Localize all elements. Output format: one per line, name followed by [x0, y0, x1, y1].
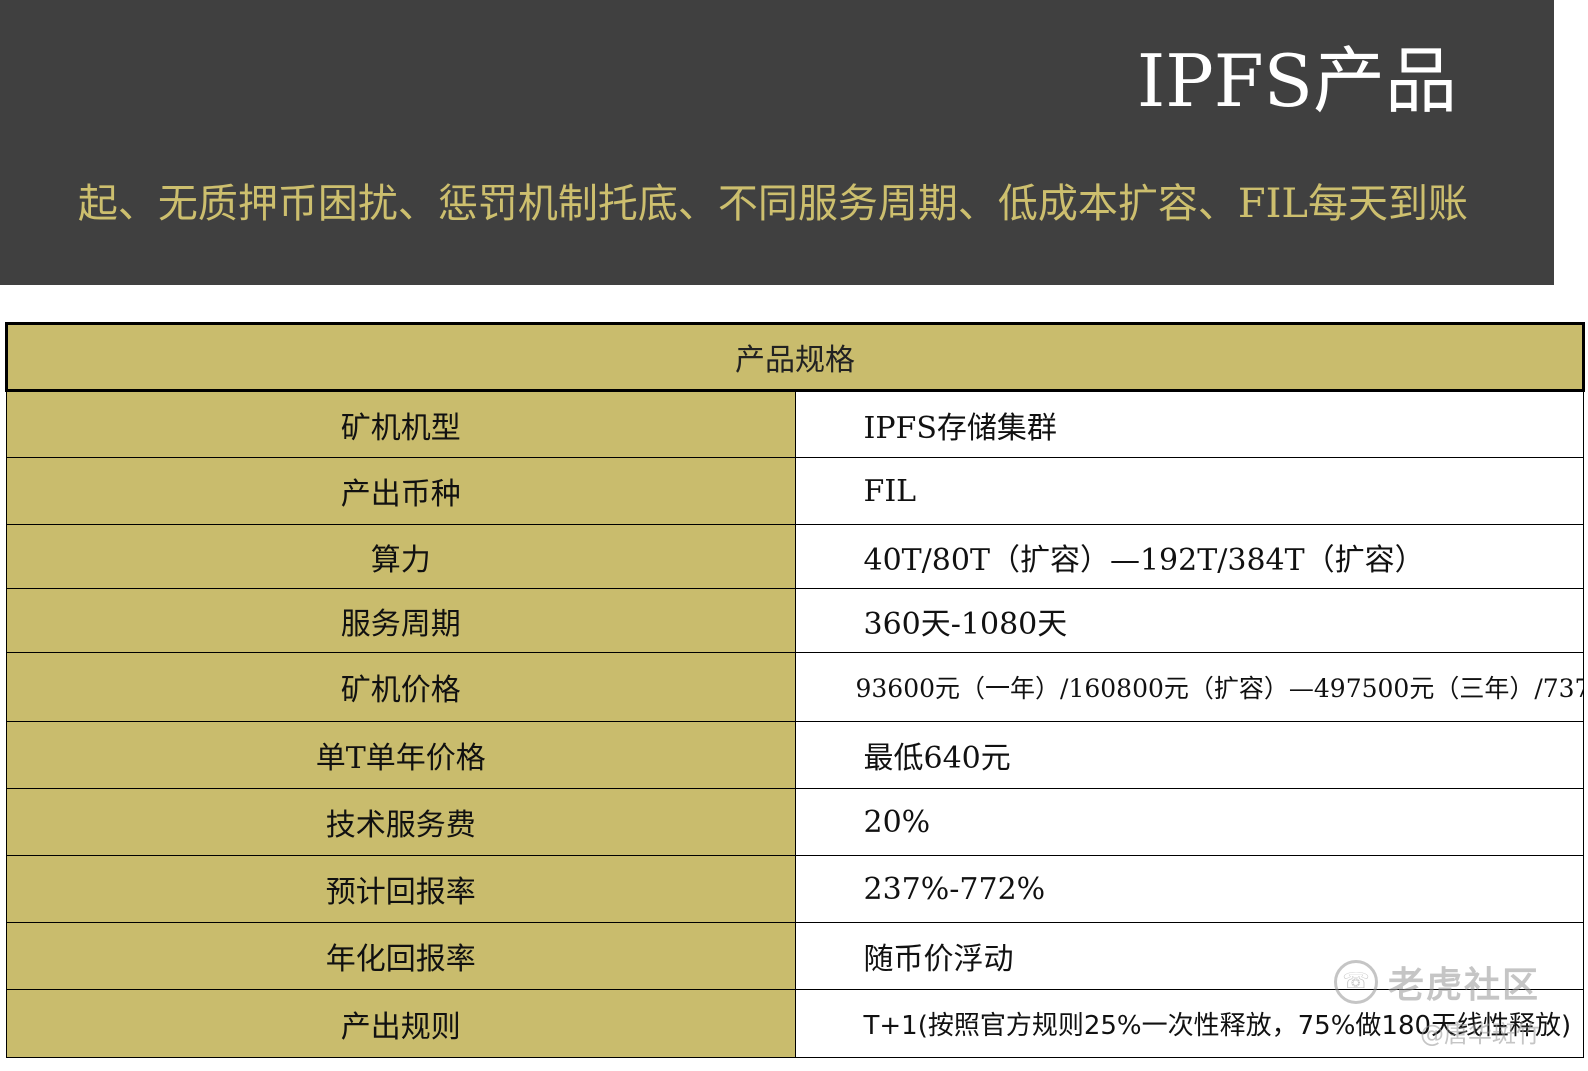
watermark-brand: 老虎社区: [1387, 965, 1540, 1006]
table-row: 算力 40T/80T（扩容）—192T/384T（扩容）: [6, 524, 1584, 589]
table-row: 矿机价格 93600元（一年）/160800元（扩容）—497500元（三年）/…: [6, 652, 1584, 722]
row-value: 40T/80T（扩容）—192T/384T（扩容）: [794, 524, 1584, 589]
row-label: 产出币种: [6, 457, 796, 525]
watermark-handle: @唐华斑竹: [1420, 1020, 1540, 1048]
row-value: 237%-772%: [794, 855, 1584, 923]
row-label: 技术服务费: [6, 788, 796, 856]
row-label: 矿机价格: [6, 652, 796, 722]
row-label: 算力: [6, 524, 796, 589]
table-row: 产出币种 FIL: [6, 457, 1584, 525]
table-row: 矿机机型 IPFS存储集群: [6, 390, 1584, 458]
row-value: FIL: [794, 457, 1584, 525]
row-value: 93600元（一年）/160800元（扩容）—497500元（三年）/73750…: [794, 652, 1584, 722]
page-subtitle: 起、无质押币困扰、惩罚机制托底、不同服务周期、低成本扩容、FIL每天到账: [77, 181, 1468, 227]
watermark-logo: ☏ 老虎社区: [1333, 956, 1540, 1008]
table-row: 单T单年价格 最低640元: [6, 721, 1584, 789]
table-row: 预计回报率 237%-772%: [6, 855, 1584, 923]
row-label: 产出规则: [6, 989, 796, 1058]
table-header: 产品规格: [5, 322, 1585, 392]
row-label: 服务周期: [6, 588, 796, 653]
watermark: ☏ 老虎社区 @唐华斑竹: [1333, 956, 1540, 1049]
row-value: 360天-1080天: [794, 588, 1584, 653]
row-label: 年化回报率: [6, 922, 796, 990]
row-label: 矿机机型: [6, 390, 796, 458]
row-value: IPFS存储集群: [794, 390, 1584, 458]
row-label: 预计回报率: [6, 855, 796, 923]
page-title: IPFS产品: [1136, 39, 1457, 123]
table-row: 服务周期 360天-1080天: [6, 588, 1584, 653]
table-row: 技术服务费 20%: [6, 788, 1584, 856]
header-banner: IPFS产品 起、无质押币困扰、惩罚机制托底、不同服务周期、低成本扩容、FIL每…: [0, 0, 1554, 285]
row-value: 20%: [794, 788, 1584, 856]
tiger-logo-icon: ☏: [1333, 960, 1378, 1004]
product-spec-table: 产品规格 矿机机型 IPFS存储集群 产出币种 FIL 算力 40T/80T（扩…: [5, 322, 1585, 1058]
table-header-row: 产品规格: [5, 322, 1585, 392]
row-value: 最低640元: [794, 721, 1584, 789]
row-label: 单T单年价格: [6, 721, 796, 789]
